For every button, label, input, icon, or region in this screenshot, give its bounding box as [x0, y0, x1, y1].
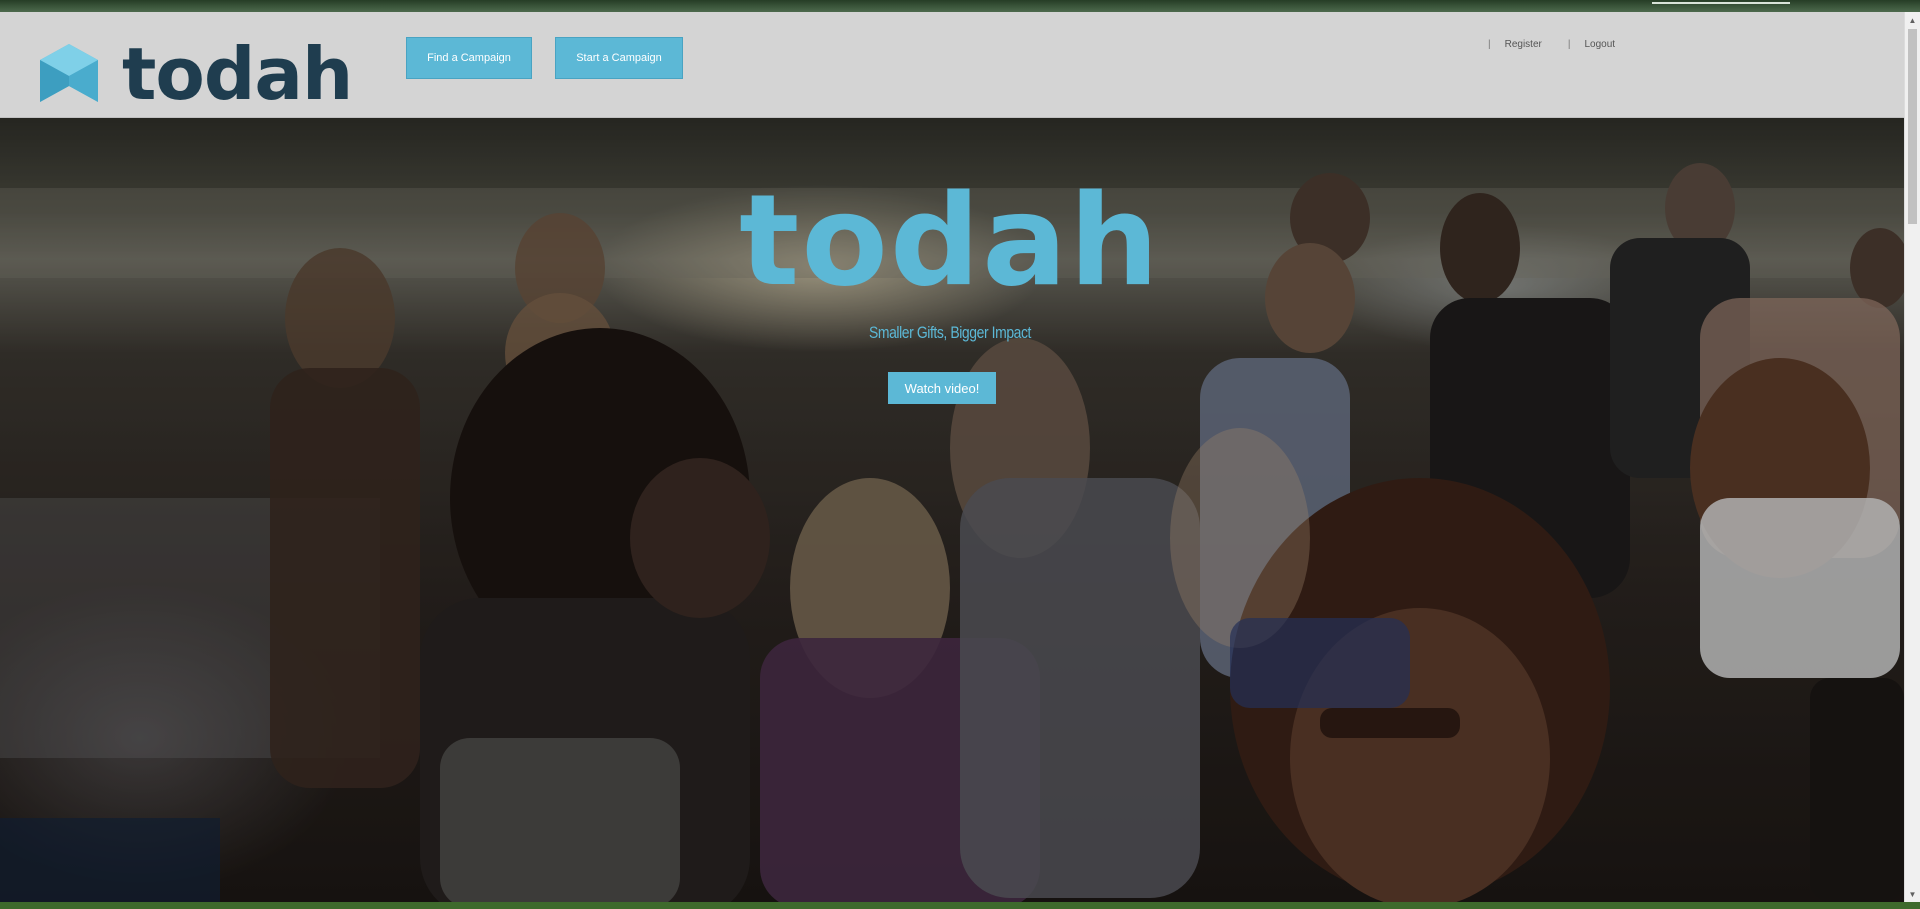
- site-header: todah Find a Campaign Start a Campaign |…: [0, 12, 1904, 118]
- envelope-cube-logo-icon: [40, 44, 98, 102]
- link-separator: |: [1488, 39, 1491, 50]
- account-links: | Register | Logout: [1488, 39, 1641, 50]
- logo-wordmark: todah: [122, 32, 353, 116]
- hero-tagline: Smaller Gifts, Bigger Impact: [868, 323, 1032, 342]
- logout-link[interactable]: Logout: [1584, 39, 1615, 50]
- scrollbar-thumb[interactable]: [1908, 29, 1917, 224]
- window-top-strip: [0, 0, 1920, 12]
- link-separator: |: [1567, 39, 1571, 50]
- find-campaign-button[interactable]: Find a Campaign: [406, 37, 532, 79]
- scroll-up-arrow-icon[interactable]: ▲: [1905, 12, 1920, 28]
- watch-video-button[interactable]: Watch video!: [888, 372, 996, 404]
- page-viewport: todah Find a Campaign Start a Campaign |…: [0, 12, 1904, 902]
- scroll-down-arrow-icon[interactable]: ▼: [1905, 886, 1920, 902]
- hero-title: todah: [739, 167, 1161, 314]
- site-logo[interactable]: todah: [38, 38, 353, 110]
- tab-highlight: [1652, 2, 1790, 4]
- vertical-scrollbar[interactable]: ▲ ▼: [1904, 12, 1920, 902]
- hero-banner: todah Smaller Gifts, Bigger Impact Watch…: [0, 118, 1904, 902]
- browser-frame: todah Find a Campaign Start a Campaign |…: [0, 0, 1920, 909]
- start-campaign-button[interactable]: Start a Campaign: [555, 37, 683, 79]
- window-bottom-strip: [0, 902, 1920, 909]
- register-link[interactable]: Register: [1505, 39, 1542, 50]
